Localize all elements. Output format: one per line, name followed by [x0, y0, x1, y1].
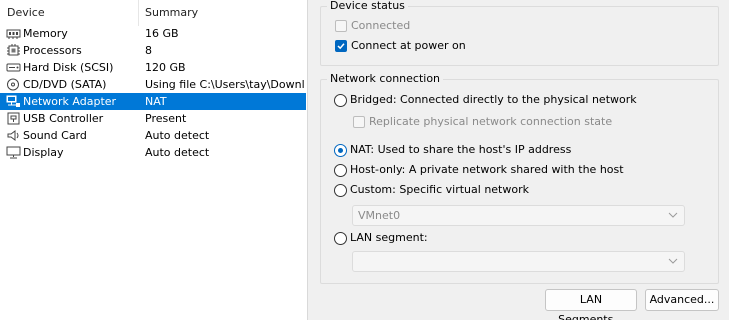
connected-label: Connected — [351, 19, 411, 32]
memory-icon — [6, 27, 21, 40]
replicate-label: Replicate physical network connection st… — [369, 115, 613, 128]
network-adapter-icon — [6, 95, 21, 108]
hard-disk-icon — [6, 61, 21, 74]
custom-label: Custom: Specific virtual network — [350, 183, 529, 196]
chevron-down-icon — [668, 210, 678, 220]
device-summary: 16 GB — [145, 27, 179, 40]
checkmark-icon — [335, 40, 347, 52]
device-summary: NAT — [145, 95, 167, 108]
radio-circle — [334, 164, 347, 177]
lan-segments-button[interactable]: LAN Segments... — [545, 289, 637, 320]
device-status-title: Device status — [327, 0, 408, 13]
host-only-radio[interactable]: Host-only: A private network shared with… — [334, 162, 714, 178]
usb-icon — [6, 112, 21, 125]
bridged-radio[interactable]: Bridged: Connected directly to the physi… — [334, 92, 714, 108]
device-name: Sound Card — [23, 129, 87, 142]
device-name: Processors — [23, 44, 82, 57]
advanced-button[interactable]: Advanced... — [645, 289, 719, 311]
device-list: Device Summary Memory 16 GB Processors 8… — [0, 0, 308, 320]
lan-segment-radio[interactable]: LAN segment: — [334, 230, 714, 246]
device-row-network-adapter[interactable]: Network Adapter NAT — [0, 93, 306, 110]
processor-icon — [6, 44, 21, 57]
device-status-group: Device status Connected Connect at power… — [320, 0, 719, 66]
host-only-label: Host-only: A private network shared with… — [350, 163, 624, 176]
device-summary: 8 — [145, 44, 152, 57]
checkbox-box — [353, 116, 365, 128]
display-icon — [6, 146, 21, 159]
network-connection-group: Network connection Bridged: Connected di… — [320, 72, 719, 284]
device-row-hard-disk[interactable]: Hard Disk (SCSI) 120 GB — [0, 59, 306, 76]
device-name: Display — [23, 146, 64, 159]
chevron-down-icon — [668, 256, 678, 266]
device-summary: Auto detect — [145, 129, 210, 142]
connected-checkbox[interactable]: Connected — [335, 18, 535, 34]
device-row-sound-card[interactable]: Sound Card Auto detect — [0, 127, 306, 144]
nat-label: NAT: Used to share the host's IP address — [350, 143, 572, 156]
device-row-memory[interactable]: Memory 16 GB — [0, 25, 306, 42]
radio-circle — [334, 94, 347, 107]
lan-segment-select[interactable] — [352, 251, 685, 272]
connect-at-power-on-label: Connect at power on — [351, 39, 466, 52]
radio-circle — [334, 232, 347, 245]
device-name: USB Controller — [23, 112, 104, 125]
connect-at-power-on-checkbox[interactable]: Connect at power on — [335, 38, 535, 54]
device-summary: Auto detect — [145, 146, 210, 159]
radio-circle — [334, 144, 347, 157]
nat-radio[interactable]: NAT: Used to share the host's IP address — [334, 142, 714, 158]
device-name: Memory — [23, 27, 68, 40]
device-summary: Using file C:\Users\tay\Downl... — [145, 78, 305, 91]
radio-circle — [334, 184, 347, 197]
device-row-display[interactable]: Display Auto detect — [0, 144, 306, 161]
cd-dvd-icon — [6, 78, 21, 91]
device-name: Hard Disk (SCSI) — [23, 61, 114, 74]
sound-card-icon — [6, 129, 21, 142]
bridged-label: Bridged: Connected directly to the physi… — [350, 93, 637, 106]
device-summary: Present — [145, 112, 187, 125]
device-name: Network Adapter — [23, 95, 117, 108]
checkbox-box — [335, 20, 347, 32]
column-header-device[interactable]: Device — [0, 0, 139, 26]
column-header-summary[interactable]: Summary — [139, 0, 307, 26]
replicate-connection-state-checkbox[interactable]: Replicate physical network connection st… — [353, 114, 713, 130]
custom-radio[interactable]: Custom: Specific virtual network — [334, 182, 714, 198]
lan-segment-label: LAN segment: — [350, 231, 428, 244]
device-row-cd-dvd[interactable]: CD/DVD (SATA) Using file C:\Users\tay\Do… — [0, 76, 306, 93]
custom-network-value: VMnet0 — [358, 209, 401, 222]
device-name: CD/DVD (SATA) — [23, 78, 107, 91]
device-summary: 120 GB — [145, 61, 186, 74]
network-connection-title: Network connection — [327, 72, 444, 86]
device-row-usb-controller[interactable]: USB Controller Present — [0, 110, 306, 127]
custom-network-select[interactable]: VMnet0 — [352, 205, 685, 226]
device-row-processors[interactable]: Processors 8 — [0, 42, 306, 59]
